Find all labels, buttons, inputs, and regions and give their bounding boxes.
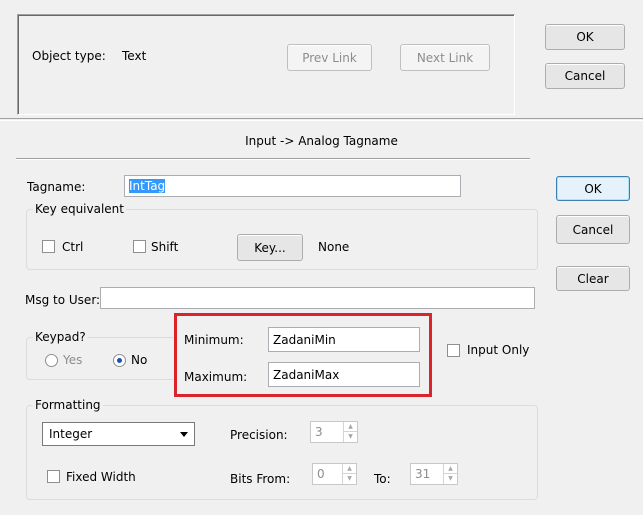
cancel-label: Cancel bbox=[572, 222, 614, 237]
precision-label: Precision: bbox=[230, 428, 288, 442]
bits-from-value: 0 bbox=[317, 467, 325, 481]
tagname-value: IntTag bbox=[129, 179, 166, 193]
keypad-no-label: No bbox=[131, 353, 148, 367]
spin-down-icon[interactable]: ▼ bbox=[344, 432, 357, 442]
precision-value: 3 bbox=[315, 425, 323, 439]
object-type-value: Text bbox=[122, 49, 147, 63]
panel-divider bbox=[0, 118, 643, 121]
dialog-title-text: Input -> Analog Tagname bbox=[245, 134, 398, 148]
top-panel: Object type: Text Prev Link Next Link OK… bbox=[0, 0, 643, 118]
input-only-checkbox[interactable] bbox=[447, 344, 460, 357]
keypad-yes-label: Yes bbox=[63, 353, 83, 367]
spin-up-icon[interactable]: ▲ bbox=[344, 422, 357, 432]
spin-down-icon[interactable]: ▼ bbox=[444, 474, 457, 484]
spin-up-icon[interactable]: ▲ bbox=[444, 464, 457, 474]
key-equivalent-legend: Key equivalent bbox=[33, 202, 126, 216]
ok-button[interactable]: OK bbox=[556, 176, 630, 201]
clear-button[interactable]: Clear bbox=[556, 266, 630, 291]
format-type-select[interactable]: Integer bbox=[42, 422, 195, 446]
tagname-label: Tagname: bbox=[27, 180, 86, 194]
ctrl-label: Ctrl bbox=[62, 240, 84, 254]
top-cancel-label: Cancel bbox=[564, 69, 606, 83]
bits-from-spin-buttons: ▲ ▼ bbox=[342, 464, 356, 484]
shift-label: Shift bbox=[151, 240, 179, 254]
top-ok-label: OK bbox=[576, 30, 594, 44]
top-cancel-button[interactable]: Cancel bbox=[545, 63, 625, 89]
key-button[interactable]: Key... bbox=[237, 234, 303, 261]
cancel-button[interactable]: Cancel bbox=[556, 215, 630, 244]
ctrl-checkbox[interactable] bbox=[42, 240, 55, 253]
key-value: None bbox=[318, 240, 350, 254]
keypad-yes-radio[interactable] bbox=[45, 354, 58, 367]
msg-to-user-label: Msg to User: bbox=[25, 293, 101, 307]
msg-to-user-input[interactable] bbox=[100, 287, 535, 309]
bits-to-spin-buttons: ▲ ▼ bbox=[443, 464, 457, 484]
shift-checkbox[interactable] bbox=[133, 240, 146, 253]
format-type-value: Integer bbox=[49, 427, 93, 441]
keypad-no-radio[interactable] bbox=[113, 354, 126, 367]
precision-spin-buttons: ▲ ▼ bbox=[343, 422, 357, 442]
bits-to-value: 31 bbox=[415, 467, 431, 481]
next-link-label: Next Link bbox=[416, 50, 474, 65]
spin-down-icon[interactable]: ▼ bbox=[343, 474, 356, 484]
next-link-button[interactable]: Next Link bbox=[400, 44, 490, 71]
prev-link-button[interactable]: Prev Link bbox=[287, 44, 372, 71]
dialog-title: Input -> Analog Tagname bbox=[0, 126, 643, 156]
limits-highlight bbox=[174, 313, 432, 397]
ok-label: OK bbox=[584, 181, 602, 196]
object-type-label: Object type: bbox=[32, 49, 106, 63]
bits-to-spinner[interactable]: 31 ▲ ▼ bbox=[410, 463, 458, 485]
input-only-label: Input Only bbox=[467, 343, 530, 357]
keypad-legend: Keypad? bbox=[33, 330, 88, 344]
precision-spinner[interactable]: 3 ▲ ▼ bbox=[310, 421, 358, 443]
bits-from-label: Bits From: bbox=[230, 472, 291, 486]
key-button-label: Key... bbox=[254, 240, 286, 255]
fixed-width-checkbox[interactable] bbox=[47, 470, 60, 483]
tagname-input[interactable]: IntTag bbox=[124, 175, 461, 197]
to-label: To: bbox=[374, 472, 391, 486]
formatting-legend: Formatting bbox=[33, 398, 103, 412]
title-separator bbox=[16, 158, 530, 160]
fixed-width-label: Fixed Width bbox=[66, 470, 136, 484]
bits-from-spinner[interactable]: 0 ▲ ▼ bbox=[312, 463, 357, 485]
chevron-down-icon bbox=[180, 432, 188, 437]
top-ok-button[interactable]: OK bbox=[545, 24, 625, 50]
clear-label: Clear bbox=[577, 271, 609, 286]
prev-link-label: Prev Link bbox=[302, 50, 357, 65]
spin-up-icon[interactable]: ▲ bbox=[343, 464, 356, 474]
